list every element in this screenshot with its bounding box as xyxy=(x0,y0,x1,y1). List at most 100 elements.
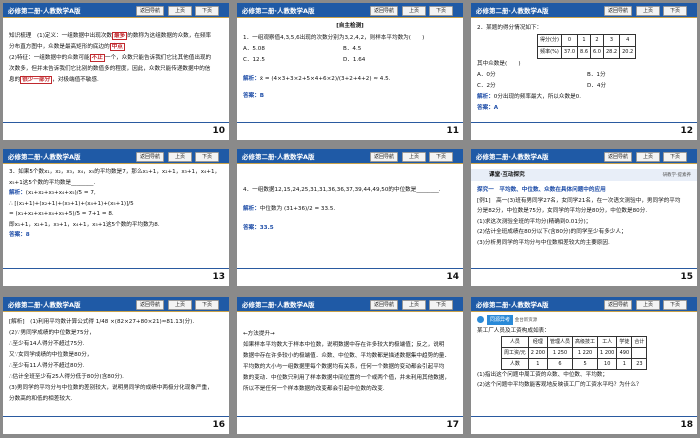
prev-button[interactable]: 上页 xyxy=(636,152,660,162)
table-row: 周工资/元 2 200 1 250 1 220 1 200 490 xyxy=(501,347,648,359)
prev-button[interactable]: 上页 xyxy=(168,6,192,16)
slide-header: 必修第二册·人教数学A版 返回导航 上页 下页 xyxy=(3,3,229,18)
prev-button[interactable]: 上页 xyxy=(402,152,426,162)
divider xyxy=(471,416,697,417)
table-cell: 1 xyxy=(577,34,591,47)
text-line: 所以不是任何一个样本数据的改变都会引起中位数的改变. xyxy=(243,386,385,392)
divider xyxy=(3,416,229,417)
next-button[interactable]: 下页 xyxy=(195,152,219,162)
nav-button[interactable]: 返回导航 xyxy=(136,300,164,310)
table-header: 学徒 xyxy=(616,336,633,348)
answer-box: 不止 xyxy=(89,54,105,62)
prev-button[interactable]: 上页 xyxy=(636,300,660,310)
text-line: 次数多，但并未告诉我们它比别的数值多的程度，因此，众数只能传递数据中的信 xyxy=(9,66,211,72)
prev-button[interactable]: 上页 xyxy=(402,6,426,16)
table-cell: 1 220 xyxy=(572,347,599,359)
table-cell: 28.2 xyxy=(602,46,621,59)
slide-16[interactable]: 必修第二册·人教数学A版 返回导航 上页 下页 [解析] (1)利用平均数计算公… xyxy=(3,297,229,434)
next-button[interactable]: 下页 xyxy=(429,6,453,16)
next-button[interactable]: 下页 xyxy=(663,6,687,16)
text-line: (2)∵男同学成绩的中位数是75分， xyxy=(9,330,95,336)
text-line: ∴估计全班至少有25人得分低于80分(含80分). xyxy=(9,374,124,380)
divider xyxy=(237,416,463,417)
page-number: 17 xyxy=(446,420,459,430)
page-number: 15 xyxy=(680,272,693,282)
slide-12[interactable]: 必修第二册·人教数学A版 返回导航 上页 下页 2．某题的得分情况如下： 得分(… xyxy=(471,3,697,140)
text-line: (2)特征：一组数据中的众数可能 xyxy=(9,55,90,61)
table-cell: 2 xyxy=(590,34,604,47)
section-subtitle: 研教学·提素养 xyxy=(662,173,691,178)
table-cell: 6.0 xyxy=(590,46,604,59)
header-title: 必修第二册·人教数学A版 xyxy=(242,153,315,161)
text-line: (3)男同学的平均分与中位数的差别较大，说明男同学的成绩中两极分化现象严重， xyxy=(9,385,213,391)
table-cell: 人数 xyxy=(501,358,529,370)
header-title: 必修第二册·人教数学A版 xyxy=(8,301,81,309)
question: 1．一组观察值4,3,5,6出现的次数分别为3,2,4,2，则样本平均数为( ) xyxy=(243,35,425,41)
prev-button[interactable]: 上页 xyxy=(168,300,192,310)
text-line: ∴至少有14人得分不超过75分. xyxy=(9,341,85,347)
nav-button[interactable]: 返回导航 xyxy=(604,152,632,162)
table-cell: 周工资/元 xyxy=(501,347,529,359)
table-row: 得分(分) 0 1 2 3 4 xyxy=(537,34,637,47)
slide-header: 必修第二册·人教数学A版 返回导航 上页 下页 xyxy=(237,297,463,312)
table-cell: 1 200 xyxy=(597,347,618,359)
slide-14[interactable]: 必修第二册·人教数学A版 返回导航 上页 下页 4．一组数据12,15,24,2… xyxy=(237,149,463,286)
header-title: 必修第二册·人教数学A版 xyxy=(242,301,315,309)
slide-header: 必修第二册·人教数学A版 返回导航 上页 下页 xyxy=(471,297,697,312)
formula: = (x₁+x₂+x₃+x₄+x₅+5)/5 = 7+1 = 8. xyxy=(9,211,114,217)
table-cell xyxy=(631,347,648,359)
text-line: 平均数的大小与一组数据里每个数据均有关系，任何一个数据的变动都会引起平均 xyxy=(243,364,445,370)
question: (2)这个问题中平均数能客观地反映该工厂的工资水平吗？为什么？ xyxy=(477,382,642,388)
text-line: 即x₁+1，x₂+1，x₃+1，x₄+1，x₅+1这5个数的平均数为8. xyxy=(9,221,160,228)
answer: 答案：B xyxy=(243,93,265,99)
slide-body: ←方法提升→ 如果样本平均数大于样本中位数，说明数据中存在许多较大的极端值；反之… xyxy=(243,329,459,395)
prev-button[interactable]: 上页 xyxy=(402,300,426,310)
table-cell: 0 xyxy=(560,34,579,47)
next-button[interactable]: 下页 xyxy=(429,300,453,310)
slide-17[interactable]: 必修第二册·人教数学A版 返回导航 上页 下页 ←方法提升→ 如果样本平均数大于… xyxy=(237,297,463,434)
prev-button[interactable]: 上页 xyxy=(636,6,660,16)
analysis-label: 解析： xyxy=(9,190,26,196)
next-button[interactable]: 下页 xyxy=(195,300,219,310)
text-line: 数据中存在许多较小的极端值．众数、中位数、平均数都是描述数据集中趋势的量． xyxy=(243,353,450,359)
page-number: 12 xyxy=(680,126,693,136)
text-line: 的数称为这组数据的众数，在频率 xyxy=(127,33,212,39)
next-button[interactable]: 下页 xyxy=(195,6,219,16)
nav-button[interactable]: 返回导航 xyxy=(604,300,632,310)
page-number: 10 xyxy=(212,126,225,136)
nav-button[interactable]: 返回导航 xyxy=(604,6,632,16)
slide-header: 必修第二册·人教数学A版 返回导航 上页 下页 xyxy=(471,149,697,164)
table-cell: 37.0 xyxy=(560,46,579,59)
nav-button[interactable]: 返回导航 xyxy=(370,300,398,310)
nav-button[interactable]: 返回导航 xyxy=(370,6,398,16)
slide-15[interactable]: 必修第二册·人教数学A版 返回导航 上页 下页 课堂·互动探究 研教学·提素养 … xyxy=(471,149,697,286)
header-title: 必修第二册·人教数学A版 xyxy=(242,7,315,15)
text-line: 又∵女同学成绩的中位数是80分， xyxy=(9,352,93,358)
nav-button[interactable]: 返回导航 xyxy=(370,152,398,162)
nav-button[interactable]: 返回导航 xyxy=(136,152,164,162)
table-header: 经理 xyxy=(527,336,549,348)
next-button[interactable]: 下页 xyxy=(429,152,453,162)
text-line: (1)求这次测验全班的平均分(精确到0.01分)； xyxy=(477,218,592,225)
slide-10[interactable]: 必修第二册·人教数学A版 返回导航 上页 下页 知识梳理 (1)定义：一组数据中… xyxy=(3,3,229,140)
slide-body: 探究一 平均数、中位数、众数在具体问题中的应用 [例1] 高一(3)班有男同学2… xyxy=(477,185,693,248)
table-cell: 1 xyxy=(527,358,549,370)
prev-button[interactable]: 上页 xyxy=(168,152,192,162)
table-row: 人数 1 6 5 10 1 23 xyxy=(501,358,648,370)
option-b: B．1分 xyxy=(587,72,606,78)
next-button[interactable]: 下页 xyxy=(663,300,687,310)
text-line: (2)估计全班成绩在80分以下(含80分)的同学至少有多少人； xyxy=(477,229,627,235)
nav-button[interactable]: 返回导航 xyxy=(136,6,164,16)
text-line: ∴至少有11人得分不超过80分. xyxy=(9,363,85,369)
next-button[interactable]: 下页 xyxy=(663,152,687,162)
table-cell: 频率(%) xyxy=(537,46,562,59)
table-header: 合计 xyxy=(631,336,648,348)
slide-13[interactable]: 必修第二册·人教数学A版 返回导航 上页 下页 3．如果5个数x₁，x₂，x₃，… xyxy=(3,149,229,286)
section-title: [自主检测] xyxy=(336,23,364,29)
header-title: 必修第二册·人教数学A版 xyxy=(8,153,81,161)
question: 3．如果5个数x₁，x₂，x₃，x₄，x₅的平均数是7，那么x₁+1，x₂+1，… xyxy=(9,169,221,175)
slide-11[interactable]: 必修第二册·人教数学A版 返回导航 上页 下页 [自主检测] 1．一组观察值4,… xyxy=(237,3,463,140)
option-c: C．2分 xyxy=(477,83,496,89)
table-cell: 1 250 xyxy=(547,347,574,359)
slide-18[interactable]: 必修第二册·人教数学A版 返回导航 上页 下页 同源异考 金台新资源 某工厂人员… xyxy=(471,297,697,434)
